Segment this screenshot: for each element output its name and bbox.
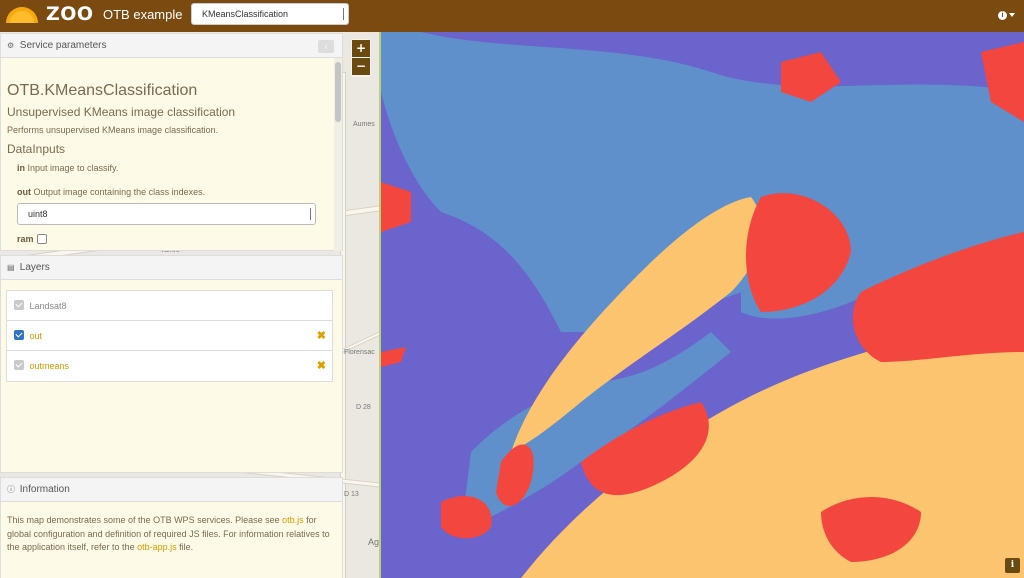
param-ram-label: ram bbox=[17, 234, 34, 244]
layers-heading: Layers bbox=[19, 262, 50, 273]
information-header[interactable]: ⓘ Information bbox=[1, 478, 342, 502]
info-circle-icon: i bbox=[998, 10, 1007, 20]
map-label: D 13 bbox=[344, 491, 359, 498]
param-out-description: Output image containing the class indexe… bbox=[33, 187, 206, 197]
layer-checkbox[interactable] bbox=[14, 300, 24, 310]
zoom-control: + − bbox=[351, 39, 371, 77]
sun-logo-icon bbox=[6, 7, 38, 23]
out-type-select[interactable]: uint8 bbox=[17, 203, 316, 225]
layer-name[interactable]: outmeans bbox=[30, 361, 70, 371]
param-out-name: out bbox=[17, 187, 31, 197]
otb-app-js-link[interactable]: otb-app.js bbox=[137, 542, 177, 552]
chevron-left-icon: ‹ bbox=[324, 41, 328, 51]
list-icon: ▤ bbox=[7, 263, 15, 272]
zoom-in-button[interactable]: + bbox=[352, 40, 370, 57]
map-label: Aumes bbox=[353, 121, 375, 128]
top-navbar: ZOO OTB example KMeansClassification i bbox=[0, 0, 1024, 32]
information-heading: Information bbox=[19, 484, 70, 495]
collapse-panel-button[interactable]: ‹ bbox=[318, 40, 334, 53]
layer-checkbox[interactable] bbox=[14, 360, 24, 370]
service-subtitle: Unsupervised KMeans image classification bbox=[7, 105, 236, 119]
select-caret-icon bbox=[310, 208, 313, 220]
service-select-value: KMeansClassification bbox=[202, 9, 289, 19]
data-inputs-heading: DataInputs bbox=[7, 142, 66, 156]
map-info-icon[interactable]: i bbox=[1005, 558, 1020, 573]
info-dropdown-button[interactable]: i bbox=[998, 9, 1018, 23]
scrollbar-thumb[interactable] bbox=[335, 62, 341, 122]
map-label: Ag bbox=[368, 537, 380, 547]
app-title: OTB example bbox=[103, 7, 183, 22]
service-description: Performs unsupervised KMeans image class… bbox=[7, 125, 219, 135]
param-in-name: in bbox=[17, 163, 25, 173]
select-caret-icon bbox=[343, 8, 346, 20]
service-parameters-panel: ⚙ Service parameters ‹ OTB.KMeansClassif… bbox=[0, 33, 343, 251]
param-in-description: Input image to classify. bbox=[27, 163, 119, 173]
otb-js-link[interactable]: otb.js bbox=[282, 515, 304, 525]
layers-panel: ▤ Layers Landsat8 out ✖ outmeans ✖ bbox=[0, 255, 343, 473]
classification-raster[interactable] bbox=[381, 32, 1024, 578]
layer-list: Landsat8 out ✖ outmeans ✖ bbox=[6, 290, 333, 382]
param-out: out Output image containing the class in… bbox=[17, 187, 329, 197]
param-in: in Input image to classify. bbox=[17, 163, 329, 173]
info-text-part: file. bbox=[176, 542, 194, 552]
remove-layer-icon[interactable]: ✖ bbox=[317, 359, 326, 372]
ram-checkbox[interactable] bbox=[36, 234, 47, 244]
layer-item-out[interactable]: out ✖ bbox=[7, 321, 332, 351]
out-type-value: uint8 bbox=[28, 209, 48, 219]
remove-layer-icon[interactable]: ✖ bbox=[317, 329, 326, 342]
map-label: Florensac bbox=[344, 349, 375, 356]
layers-header[interactable]: ▤ Layers bbox=[1, 256, 342, 280]
info-circle-icon: ⓘ bbox=[7, 485, 15, 494]
layer-name[interactable]: out bbox=[30, 331, 43, 341]
service-parameters-header[interactable]: ⚙ Service parameters bbox=[1, 34, 342, 58]
zoom-out-button[interactable]: − bbox=[352, 58, 370, 75]
logo-text: ZOO bbox=[46, 3, 94, 25]
info-text-part: This map demonstrates some of the OTB WP… bbox=[7, 515, 283, 525]
service-parameters-body: OTB.KMeansClassification Unsupervised KM… bbox=[1, 58, 335, 251]
information-panel: ⓘ Information This map demonstrates some… bbox=[0, 477, 343, 578]
caret-down-icon bbox=[1009, 13, 1015, 18]
layer-checkbox[interactable] bbox=[14, 330, 24, 340]
map-label: D 28 bbox=[356, 404, 371, 411]
service-title: OTB.KMeansClassification bbox=[7, 82, 198, 99]
layer-item-outmeans[interactable]: outmeans ✖ bbox=[7, 351, 332, 381]
layer-name: Landsat8 bbox=[29, 301, 67, 311]
cogs-icon: ⚙ bbox=[7, 41, 15, 50]
service-parameters-heading: Service parameters bbox=[19, 40, 107, 51]
param-ram: ram bbox=[17, 234, 329, 244]
information-text: This map demonstrates some of the OTB WP… bbox=[1, 502, 342, 567]
layer-item-landsat8[interactable]: Landsat8 bbox=[7, 291, 332, 321]
service-select[interactable]: KMeansClassification bbox=[191, 3, 349, 25]
